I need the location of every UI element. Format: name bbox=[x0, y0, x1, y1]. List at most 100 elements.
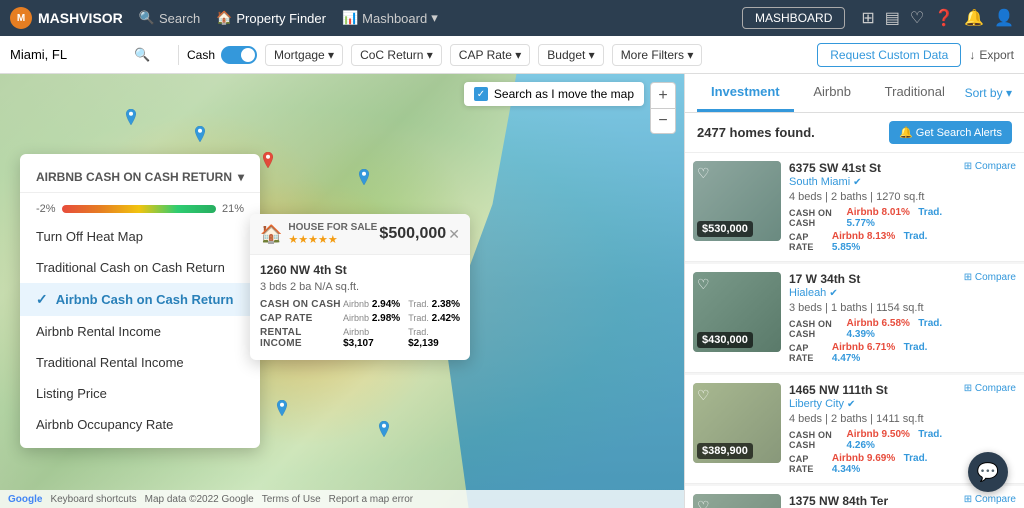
get-search-alerts-button[interactable]: 🔔 Get Search Alerts bbox=[889, 121, 1012, 144]
map-pin[interactable] bbox=[274, 400, 290, 416]
tab-traditional[interactable]: Traditional bbox=[871, 74, 959, 112]
more-filters[interactable]: More Filters ▾ bbox=[612, 44, 703, 66]
listing-metric-coc-1: CASH ON CASH Airbnb 6.58% Trad. 4.39% bbox=[789, 318, 948, 340]
search-as-move-checkbox[interactable]: ✓ Search as I move the map bbox=[464, 82, 644, 106]
budget-filter[interactable]: Budget ▾ bbox=[538, 44, 603, 66]
keyboard-shortcuts[interactable]: Keyboard shortcuts bbox=[50, 494, 136, 505]
nav-search[interactable]: 🔍 Search bbox=[139, 10, 200, 26]
app-logo[interactable]: M MASHVISOR bbox=[10, 7, 123, 29]
terms-of-use[interactable]: Terms of Use bbox=[262, 494, 321, 505]
nav-property-finder[interactable]: 🏠 Property Finder bbox=[216, 10, 326, 26]
sort-button[interactable]: Sort by ▾ bbox=[965, 86, 1012, 100]
cash-label: Cash bbox=[187, 48, 215, 62]
cap-rate-filter[interactable]: CAP Rate ▾ bbox=[450, 44, 531, 66]
location-input[interactable] bbox=[10, 47, 130, 62]
dropdown-item-airbnb-rental[interactable]: Airbnb Rental Income bbox=[20, 316, 260, 347]
main-content: AIRBNB CASH ON CASH RETURN ▾ -2% 21% Tur… bbox=[0, 74, 1024, 508]
popup-close-button[interactable]: ✕ bbox=[448, 226, 460, 243]
mortgage-filter[interactable]: Mortgage ▾ bbox=[265, 44, 343, 66]
compare-button-2[interactable]: ⊞ Compare bbox=[964, 383, 1016, 394]
popup-price: $500,000 bbox=[379, 225, 446, 243]
map-pin[interactable] bbox=[260, 152, 276, 168]
export-button[interactable]: ↓ Export bbox=[969, 48, 1014, 62]
listing-info-0: 6375 SW 41st St South Miami ✔ 4 beds | 2… bbox=[781, 161, 956, 253]
nav-mashboard[interactable]: 📊 Mashboard ▾ bbox=[342, 10, 438, 26]
heart-nav-icon[interactable]: ♡ bbox=[910, 8, 924, 28]
compare-button-0[interactable]: ⊞ Compare bbox=[964, 161, 1016, 172]
coc-airbnb-0: Airbnb 8.01% bbox=[847, 207, 910, 218]
verified-icon-1: ✔ bbox=[829, 288, 837, 299]
zoom-in-button[interactable]: + bbox=[650, 82, 676, 108]
dropdown-item-off-heat-map[interactable]: Turn Off Heat Map bbox=[20, 221, 260, 252]
listing-img-overlay-2: $389,900 bbox=[693, 383, 781, 463]
map-background: AIRBNB CASH ON CASH RETURN ▾ -2% 21% Tur… bbox=[0, 74, 684, 508]
location-search-icon: 🔍 bbox=[134, 47, 150, 63]
dropdown-item-traditional-rental[interactable]: Traditional Rental Income bbox=[20, 347, 260, 378]
layout-icon[interactable]: ▤ bbox=[885, 8, 900, 28]
rental-airbnb-value: $3,107 bbox=[343, 338, 374, 349]
listing-specs-1: 3 beds | 1 baths | 1154 sq.ft bbox=[789, 302, 948, 314]
compare-button-1[interactable]: ⊞ Compare bbox=[964, 272, 1016, 283]
top-navigation: M MASHVISOR 🔍 Search 🏠 Property Finder 📊… bbox=[0, 0, 1024, 36]
map-pin[interactable] bbox=[376, 421, 392, 437]
popup-rental-vals: Airbnb $3,107 Trad. $2,139 bbox=[343, 327, 460, 349]
app-name: MASHVISOR bbox=[38, 10, 123, 26]
listing-image-0: ♡ $530,000 bbox=[693, 161, 781, 241]
coc-airbnb-1: Airbnb 6.58% bbox=[847, 318, 910, 329]
coc-trad-value: 2.38% bbox=[432, 299, 460, 310]
coc-filter[interactable]: CoC Return ▾ bbox=[351, 44, 442, 66]
mashboard-icon: 📊 bbox=[342, 10, 358, 26]
listing-price-tag-1: $430,000 bbox=[697, 332, 753, 348]
popup-cap-vals: Airbnb 2.98% Trad. 2.42% bbox=[343, 313, 460, 324]
popup-rental-label: RENTAL INCOME bbox=[260, 327, 343, 349]
google-logo: Google bbox=[8, 494, 42, 505]
request-custom-data-button[interactable]: Request Custom Data bbox=[817, 43, 961, 67]
dropdown-item-airbnb-coc[interactable]: ✓ Airbnb Cash on Cash Return bbox=[20, 283, 260, 316]
dropdown-item-traditional-coc[interactable]: Traditional Cash on Cash Return bbox=[20, 252, 260, 283]
heatmap-dropdown: AIRBNB CASH ON CASH RETURN ▾ -2% 21% Tur… bbox=[20, 154, 260, 448]
compare-button-3[interactable]: ⊞ Compare bbox=[964, 494, 1016, 505]
notification-icon[interactable]: 🔔 bbox=[964, 8, 984, 28]
listing-address-1: 17 W 34th St bbox=[789, 272, 948, 286]
popup-cap-row: CAP RATE Airbnb 2.98% Trad. 2.42% bbox=[260, 313, 460, 324]
popup-cap-trad: Trad. 2.42% bbox=[408, 313, 460, 324]
zoom-out-button[interactable]: − bbox=[650, 108, 676, 134]
dropdown-item-listing-price[interactable]: Listing Price bbox=[20, 378, 260, 409]
listing-address-0: 6375 SW 41st St bbox=[789, 161, 948, 175]
listing-price-label: Listing Price bbox=[36, 386, 107, 401]
map-pin[interactable] bbox=[192, 126, 208, 142]
popup-coc-airbnb: Airbnb 2.94% bbox=[343, 299, 400, 310]
report-map-error[interactable]: Report a map error bbox=[329, 494, 413, 505]
heat-gradient-bar bbox=[62, 205, 216, 213]
dropdown-item-airbnb-occupancy[interactable]: Airbnb Occupancy Rate bbox=[20, 409, 260, 440]
grid-icon[interactable]: ⊞ bbox=[861, 8, 874, 28]
listing-metric-cap-2: CAP RATE Airbnb 9.69% Trad. 4.34% bbox=[789, 453, 948, 475]
export-label: Export bbox=[979, 48, 1014, 62]
location-search[interactable]: 🔍 bbox=[10, 47, 170, 63]
popup-coc-label: CASH ON CASH bbox=[260, 299, 341, 310]
user-icon[interactable]: 👤 bbox=[994, 8, 1014, 28]
popup-cap-airbnb: Airbnb 2.98% bbox=[343, 313, 400, 324]
traditional-rental-label: Traditional Rental Income bbox=[36, 355, 184, 370]
rental-trad-value: $2,139 bbox=[408, 338, 439, 349]
help-icon[interactable]: ❓ bbox=[934, 8, 954, 28]
listing-image-3: ♡ $389,900 bbox=[693, 494, 781, 508]
dropdown-chevron: ▾ bbox=[238, 170, 244, 184]
popup-rental-row: RENTAL INCOME Airbnb $3,107 Trad. $2,139 bbox=[260, 327, 460, 349]
coc-label-0: CASH ON CASH bbox=[789, 208, 847, 228]
coc-label-1: CASH ON CASH bbox=[789, 319, 847, 339]
check-icon: ✓ bbox=[36, 291, 48, 308]
mashboard-button[interactable]: MASHBOARD bbox=[742, 7, 845, 29]
search-icon: 🔍 bbox=[139, 10, 155, 26]
off-heat-map-label: Turn Off Heat Map bbox=[36, 229, 143, 244]
chat-bubble[interactable]: 💬 bbox=[968, 452, 1008, 492]
map-area[interactable]: AIRBNB CASH ON CASH RETURN ▾ -2% 21% Tur… bbox=[0, 74, 684, 508]
tab-investment[interactable]: Investment bbox=[697, 74, 794, 112]
checkbox-checked: ✓ bbox=[474, 87, 488, 101]
map-pin[interactable] bbox=[123, 109, 139, 125]
airbnb-coc-label: Airbnb Cash on Cash Return bbox=[56, 292, 234, 307]
cash-mortgage-toggle[interactable] bbox=[221, 46, 257, 64]
tab-airbnb[interactable]: Airbnb bbox=[799, 74, 865, 112]
map-pin[interactable] bbox=[356, 169, 372, 185]
listing-metric-coc-0: CASH ON CASH Airbnb 8.01% Trad. 5.77% bbox=[789, 207, 948, 229]
